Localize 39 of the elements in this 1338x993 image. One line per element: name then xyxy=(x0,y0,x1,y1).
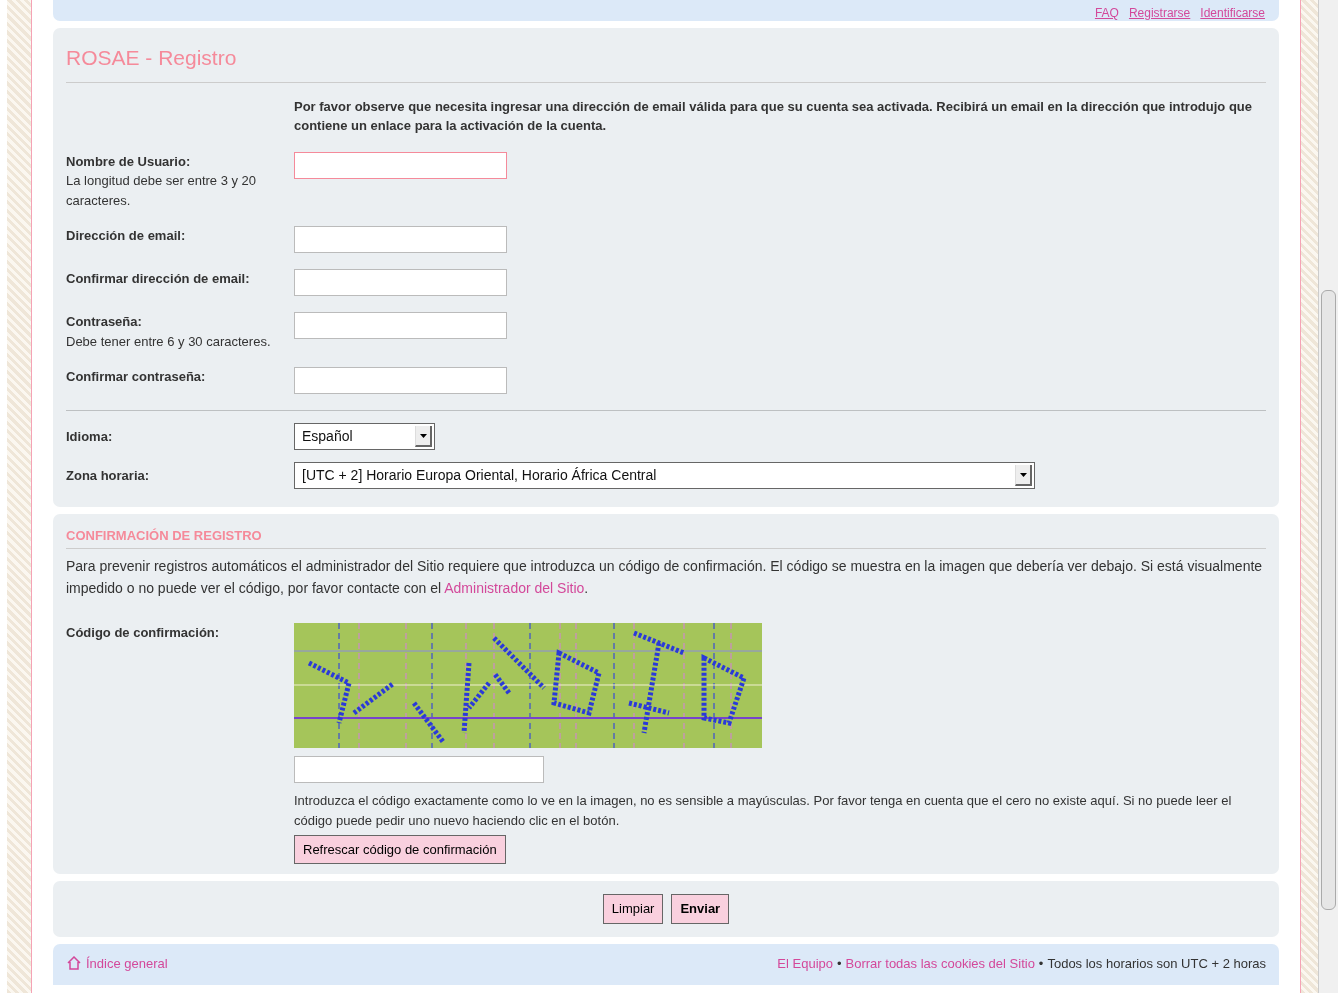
text-field[interactable] xyxy=(294,367,507,394)
dropdown[interactable]: [UTC + 2] Horario Europa Oriental, Horario África Central xyxy=(294,462,1035,489)
refresh-button[interactable]: Refrescar código de confirmación xyxy=(294,834,506,864)
help-text: Introduzca el código exactamente como lo ve en la imagen, no es sensible a mayúsculas. Por favor tenga en cuenta que el cero no existe aquí. Si no puede leer el código puede pedir uno nuevo haciendo clic en el botón. xyxy=(294,791,1233,830)
separator: • xyxy=(837,954,842,973)
text-field[interactable] xyxy=(294,151,507,179)
text-field[interactable] xyxy=(294,226,507,253)
field-label: Código de confirmación: xyxy=(66,623,221,642)
field-label: Idioma: xyxy=(66,427,114,446)
nav-link[interactable]: Identificarse xyxy=(1200,7,1265,19)
home-icon xyxy=(66,956,82,971)
field-hint: La longitud debe ser entre 3 y 20 caracteres. xyxy=(66,172,258,210)
text-field[interactable] xyxy=(294,269,507,296)
nav-link[interactable]: FAQ xyxy=(1094,7,1119,19)
footer-link[interactable]: Borrar todas las cookies del Sitio xyxy=(845,953,1035,973)
field-label: Confirmar dirección de email: xyxy=(66,270,251,288)
caret-icon xyxy=(419,433,427,438)
separator: • xyxy=(1038,954,1044,973)
submit-button[interactable]: Enviar xyxy=(671,894,730,924)
timezone-note: Todos los horarios son UTC + 2 horas xyxy=(1047,954,1266,973)
footer-link[interactable]: El Equipo xyxy=(777,953,833,973)
confirmation-text: Para prevenir registros automáticos el administrador del Sitio requiere que introduzca un código de confirmación. El código se muestra en la imagen que debería ver debajo. Si está visualmente impedido o no puede ver el código, por favor contacte con el Administrador del Sitio. xyxy=(66,556,1264,598)
field-label: Contraseña: xyxy=(66,313,143,331)
scrollbar[interactable] xyxy=(1318,0,1338,993)
caret-icon xyxy=(1019,472,1027,477)
field-label: Confirmar contraseña: xyxy=(66,368,207,386)
field-hint: Debe tener entre 6 y 30 caracteres. xyxy=(66,332,272,351)
field-label: Nombre de Usuario: xyxy=(66,152,192,171)
dropdown[interactable]: Español xyxy=(294,423,435,450)
section-heading: CONFIRMACIÓN DE REGISTRO xyxy=(66,526,1266,549)
notice-text: Por favor observe que necesita ingresar una dirección de email válida para que su cuenta sea activada. Recibirá un email en la dirección que introdujo que contiene un enlace para la activación de la cuenta. xyxy=(294,97,1253,135)
home-link[interactable]: Índice general xyxy=(66,953,168,973)
nav-link[interactable]: Registrarse xyxy=(1128,7,1191,19)
field-label: Zona horaria: xyxy=(66,466,151,485)
text-field[interactable] xyxy=(294,312,507,339)
field-label: Dirección de email: xyxy=(66,227,187,245)
page-title: ROSAE - Registro xyxy=(66,38,1266,83)
captcha-field[interactable] xyxy=(294,755,544,783)
reset-button[interactable]: Limpiar xyxy=(602,894,664,924)
